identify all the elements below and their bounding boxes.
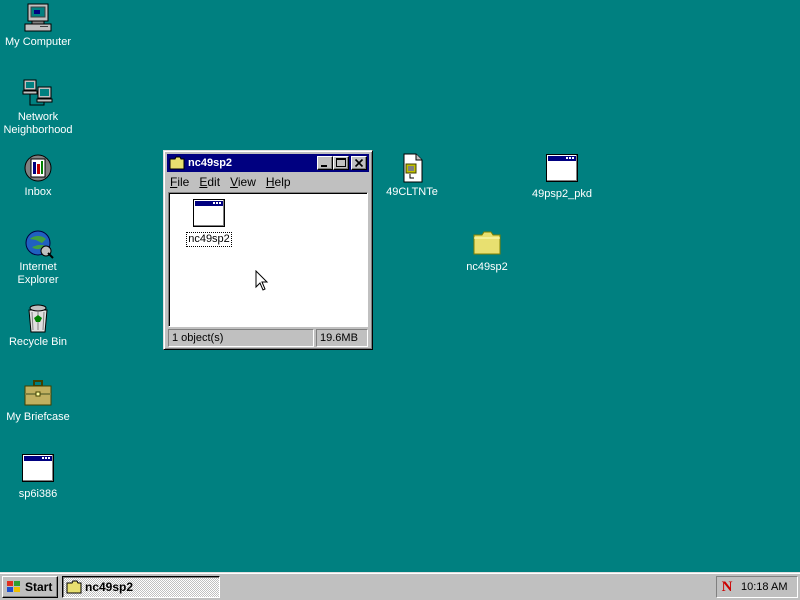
- desktop-icon-label: Inbox: [24, 186, 52, 198]
- minimize-button[interactable]: [317, 156, 333, 170]
- taskbar-button-label: nc49sp2: [85, 579, 134, 594]
- network-neighborhood-icon: [22, 77, 54, 109]
- desktop-icon-nc49sp2-folder[interactable]: nc49sp2: [449, 227, 525, 274]
- application-icon: [193, 199, 225, 231]
- menu-file[interactable]: File: [170, 175, 189, 189]
- menu-help[interactable]: Help: [266, 175, 291, 189]
- internet-explorer-icon: [22, 227, 54, 259]
- status-size: 19.6MB: [316, 329, 368, 347]
- explorer-window[interactable]: nc49sp2 File Edit View Help nc49sp2 1 ob…: [163, 150, 373, 350]
- status-object-count: 1 object(s): [168, 329, 314, 347]
- menu-bar: File Edit View Help: [167, 172, 369, 191]
- mouse-cursor-icon: [255, 270, 269, 291]
- folder-icon: [169, 156, 185, 170]
- folder-icon: [66, 580, 82, 594]
- desktop-icon-label-line2: Explorer: [17, 274, 59, 286]
- file-item-nc49sp2[interactable]: nc49sp2: [185, 197, 233, 247]
- desktop-icon-internet-explorer[interactable]: Internet Explorer: [0, 227, 76, 287]
- folder-content-area[interactable]: nc49sp2: [168, 192, 368, 327]
- desktop-icon-sp6i386[interactable]: sp6i386: [0, 452, 76, 501]
- desktop-icon-inbox[interactable]: Inbox: [0, 152, 76, 199]
- desktop-icon-label-line2: Neighborhood: [3, 124, 73, 136]
- system-tray: N 10:18 AM: [716, 575, 798, 598]
- desktop-icon-label: nc49sp2: [466, 261, 508, 273]
- inbox-icon: [22, 152, 54, 184]
- desktop-icon-label: My Briefcase: [6, 411, 70, 423]
- file-item-label: nc49sp2: [186, 232, 232, 247]
- application-icon: [22, 454, 54, 486]
- status-bar: 1 object(s) 19.6MB: [168, 329, 368, 347]
- menu-edit[interactable]: Edit: [199, 175, 220, 189]
- window-titlebar[interactable]: nc49sp2: [167, 154, 369, 172]
- my-computer-icon: [22, 2, 54, 34]
- desktop-icon-my-briefcase[interactable]: My Briefcase: [0, 377, 76, 424]
- menu-view[interactable]: View: [230, 175, 256, 189]
- desktop-icon-label: Recycle Bin: [8, 336, 68, 348]
- desktop-icon-label: 49CLTNTe: [386, 186, 438, 198]
- clock[interactable]: 10:18 AM: [741, 581, 787, 593]
- start-label: Start: [25, 579, 53, 594]
- application-icon: [546, 154, 578, 186]
- taskbar-button-nc49sp2[interactable]: nc49sp2: [62, 575, 220, 598]
- desktop-icon-label: 49psp2_pkd: [532, 188, 592, 200]
- desktop-icon-my-computer[interactable]: My Computer: [0, 2, 76, 49]
- taskbar: Start nc49sp2 N 10:18 AM: [0, 572, 800, 600]
- desktop-icon-recycle-bin[interactable]: Recycle Bin: [0, 302, 76, 349]
- briefcase-icon: [22, 377, 54, 409]
- desktop-icon-label: sp6i386: [18, 488, 58, 500]
- recycle-bin-icon: [22, 302, 54, 334]
- setup-document-icon: [396, 152, 428, 184]
- close-button[interactable]: [351, 156, 367, 170]
- desktop-icon-label: Network: [17, 111, 59, 123]
- desktop-icon-label: Internet: [19, 261, 57, 273]
- start-button[interactable]: Start: [2, 575, 58, 598]
- netscape-icon[interactable]: N: [719, 579, 735, 595]
- desktop-icon-label: My Computer: [4, 36, 72, 48]
- desktop-icon-network-neighborhood[interactable]: Network Neighborhood: [0, 77, 76, 137]
- desktop-icon-49psp2-pkd[interactable]: 49psp2_pkd: [524, 152, 600, 201]
- folder-icon: [471, 227, 503, 259]
- windows-logo-icon: [6, 580, 22, 594]
- desktop-icon-49cltnte[interactable]: 49CLTNTe: [374, 152, 450, 199]
- window-title: nc49sp2: [188, 157, 233, 169]
- maximize-button[interactable]: [333, 156, 349, 170]
